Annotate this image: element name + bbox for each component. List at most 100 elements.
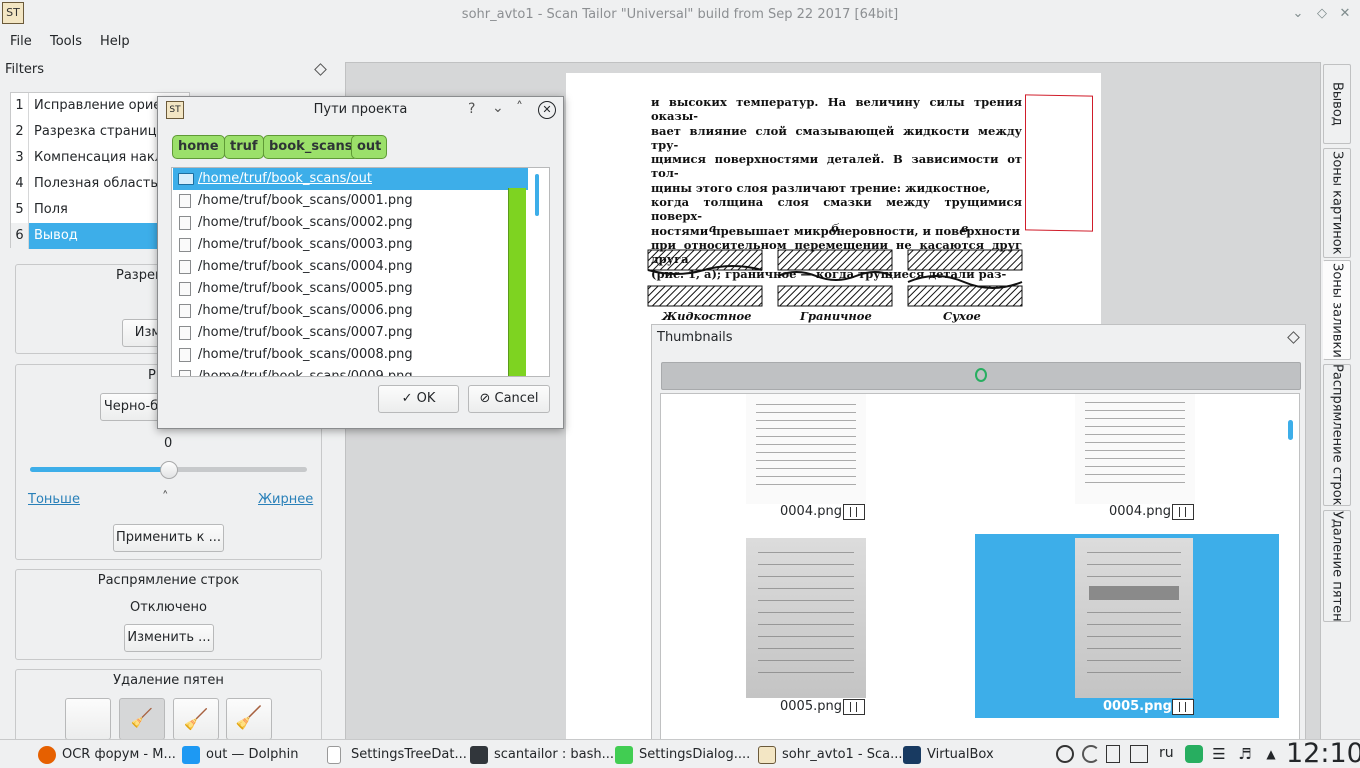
broom-small-icon[interactable]: 🧹 — [119, 698, 165, 740]
text-file-icon — [327, 746, 341, 764]
tab-fill-zones[interactable]: Зоны заливки — [1323, 260, 1351, 360]
file-item[interactable]: /home/truf/book_scans/0009.png — [173, 366, 528, 376]
menu-file[interactable]: File — [10, 34, 32, 49]
file-icon — [179, 282, 191, 296]
tab-output[interactable]: Вывод — [1323, 64, 1351, 144]
right-page-icon — [1172, 699, 1194, 715]
thicker-link[interactable]: Жирнее — [258, 492, 313, 507]
threshold-value: 0 — [164, 436, 173, 451]
folder-icon — [182, 746, 200, 764]
apply-to-button[interactable]: Применить к ... — [113, 524, 224, 552]
collapse-icon[interactable]: ˄ — [162, 490, 169, 505]
file-icon — [179, 216, 191, 230]
terminal-icon — [470, 746, 488, 764]
thumbnail-caption: 0005.png — [780, 699, 842, 714]
file-icon — [179, 326, 191, 340]
tab-picture-zones[interactable]: Зоны картинок — [1323, 148, 1351, 258]
maximize-icon[interactable]: ◇ — [1314, 6, 1330, 22]
dewarp-change-button[interactable]: Изменить ... — [124, 624, 214, 652]
ok-button[interactable]: ✓ OK — [378, 385, 459, 413]
help-icon[interactable]: ? — [468, 101, 475, 117]
filters-header: Filters — [5, 62, 44, 77]
keyboard-layout[interactable]: ru — [1159, 745, 1174, 761]
qt-icon — [615, 746, 633, 764]
breadcrumb-book-scans[interactable]: book_scans — [263, 135, 359, 159]
page-text-line: и высоких температур. На величину силы т… — [651, 95, 1022, 124]
mode-select[interactable]: Черно-б — [100, 393, 162, 421]
updates-icon[interactable] — [1056, 745, 1074, 763]
breadcrumb-home[interactable]: home — [172, 135, 225, 159]
broom-medium-icon[interactable]: 🧹 — [173, 698, 219, 740]
file-item[interactable]: /home/truf/book_scans/0003.png — [173, 234, 528, 256]
figure-caption: Граничное — [800, 309, 872, 323]
dewarp-title: Распрямление строк — [97, 573, 240, 588]
menu-bar: File Tools Help — [0, 30, 1360, 54]
right-page-icon — [1172, 504, 1194, 520]
maximize-icon[interactable]: ˄ — [516, 100, 523, 116]
tab-despeckle[interactable]: Удаление пятен — [1323, 510, 1351, 622]
menu-help[interactable]: Help — [100, 34, 130, 49]
threshold-slider-fill — [30, 467, 169, 472]
threshold-slider-handle[interactable] — [159, 461, 178, 479]
undock-icon[interactable] — [1287, 331, 1300, 344]
breadcrumb-truf[interactable]: truf — [224, 135, 264, 159]
security-icon[interactable] — [1185, 745, 1203, 763]
tray-expand-icon[interactable]: ▲ — [1262, 745, 1280, 763]
despeckle-title: Удаление пятен — [113, 673, 224, 688]
file-icon — [179, 370, 191, 376]
left-page-icon — [843, 699, 865, 715]
thumbnails-header: Thumbnails — [657, 330, 733, 345]
close-icon[interactable]: ✕ — [1337, 6, 1353, 22]
left-page-icon — [843, 504, 865, 520]
thumbnail-image[interactable] — [746, 394, 866, 504]
virtualbox-icon — [903, 746, 921, 764]
window-title: sohr_avto1 - Scan Tailor "Universal" bui… — [461, 7, 899, 22]
thumbnails-list[interactable]: 0004.png 0004.png 0005.png 0005.png — [660, 393, 1300, 740]
file-item[interactable]: /home/truf/book_scans/0008.png — [173, 344, 528, 366]
page-text-line: вает влияние слой смазывающей жидкости м… — [651, 123, 1022, 152]
file-item[interactable]: /home/truf/book_scans/0007.png — [173, 322, 528, 344]
title-bar: ST sohr_avto1 - Scan Tailor "Universal" … — [0, 0, 1360, 30]
figure-caption: Сухое — [943, 309, 981, 323]
despeckle-off-button[interactable] — [65, 698, 111, 740]
file-list-scrollbar[interactable] — [535, 174, 539, 216]
picture-zone-outline[interactable] — [1025, 94, 1093, 232]
volume-icon[interactable]: ♬ — [1236, 745, 1254, 763]
file-icon — [179, 348, 191, 362]
file-item-folder[interactable]: /home/truf/book_scans/out — [173, 168, 528, 190]
thinner-link[interactable]: Тоньше — [28, 492, 80, 507]
page-text-line: щины этого слоя различают трение: жидкос… — [651, 180, 991, 195]
thumbnail-image[interactable] — [1075, 538, 1193, 698]
file-item[interactable]: /home/truf/book_scans/0006.png — [173, 300, 528, 322]
clipboard-icon[interactable] — [1106, 745, 1120, 763]
wifi-icon[interactable]: ☰ — [1210, 745, 1228, 763]
clock[interactable]: 12:10 — [1286, 738, 1360, 768]
thumbnails-scrollbar[interactable] — [1288, 420, 1293, 440]
menu-tools[interactable]: Tools — [50, 34, 82, 49]
file-list[interactable]: /home/truf/book_scans/out /home/truf/boo… — [171, 167, 550, 377]
file-icon — [179, 194, 191, 208]
file-item[interactable]: /home/truf/book_scans/0002.png — [173, 212, 528, 234]
side-tabs: Вывод Зоны картинок Зоны заливки Распрям… — [1323, 64, 1351, 624]
file-icon — [179, 238, 191, 252]
minimize-icon[interactable]: ⌄ — [492, 100, 504, 116]
thumbnails-resize-bar[interactable] — [661, 362, 1301, 390]
sync-icon[interactable] — [1082, 745, 1100, 763]
minimize-icon[interactable]: ⌄ — [1290, 6, 1306, 22]
breadcrumb-out[interactable]: out — [351, 135, 388, 159]
file-item[interactable]: /home/truf/book_scans/0004.png — [173, 256, 528, 278]
resize-icon — [975, 368, 987, 382]
file-item[interactable]: /home/truf/book_scans/0005.png — [173, 278, 528, 300]
cancel-icon: ⊘ — [479, 391, 491, 406]
storage-icon[interactable] — [1130, 745, 1148, 763]
file-item[interactable]: /home/truf/book_scans/0001.png — [173, 190, 528, 212]
cancel-button[interactable]: ⊘ Cancel — [468, 385, 550, 413]
thumbnail-image[interactable] — [746, 538, 866, 698]
taskbar: OCR форум - M... out — Dolphin SettingsT… — [0, 738, 1360, 768]
broom-large-icon[interactable]: 🧹 — [226, 698, 272, 740]
tab-dewarping[interactable]: Распрямление строк — [1323, 364, 1351, 506]
mode-label: Р — [148, 368, 156, 383]
dewarp-status: Отключено — [129, 600, 208, 615]
close-icon[interactable]: ✕ — [538, 101, 556, 119]
thumbnail-image[interactable] — [1075, 394, 1195, 504]
